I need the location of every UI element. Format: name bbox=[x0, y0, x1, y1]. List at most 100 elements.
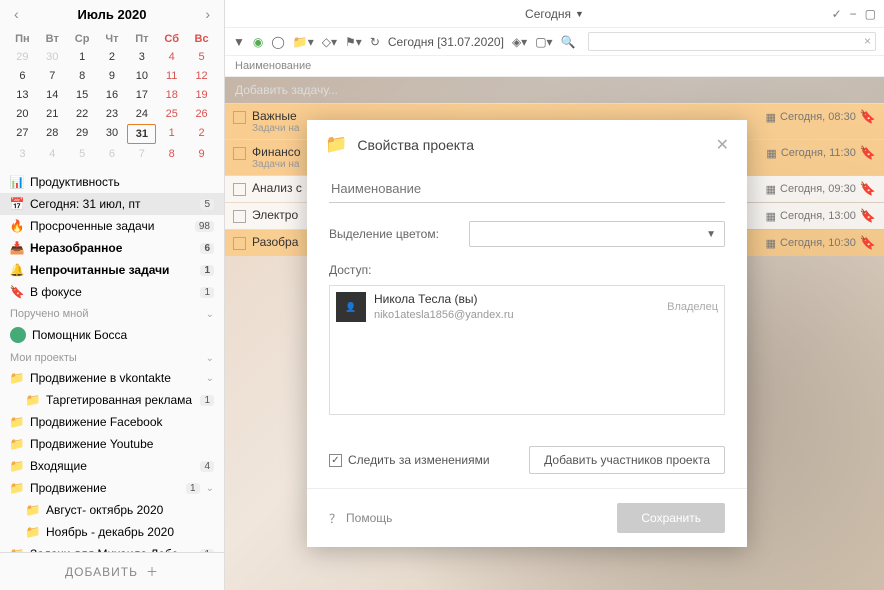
calendar-day[interactable]: 9 bbox=[187, 145, 216, 163]
calendar-day[interactable]: 2 bbox=[187, 124, 216, 144]
nav-today[interactable]: 📅 Сегодня: 31 июл, пт 5 bbox=[0, 193, 224, 215]
nav-project-fb[interactable]: 📁 Продвижение Facebook bbox=[0, 411, 224, 433]
tag2-icon[interactable]: ◈▾ bbox=[512, 35, 527, 49]
calendar-day[interactable]: 31 bbox=[127, 124, 156, 144]
calendar-day[interactable]: 30 bbox=[98, 124, 127, 144]
nav-project-vk[interactable]: 📁 Продвижение в vkontakte ⌄ bbox=[0, 367, 224, 389]
follow-changes-checkbox[interactable]: ✓ Следить за изменениями bbox=[329, 453, 490, 467]
calendar-day[interactable]: 3 bbox=[127, 48, 156, 66]
bookmark-icon[interactable]: 🔖 bbox=[860, 109, 876, 125]
calendar-day[interactable]: 7 bbox=[38, 67, 67, 85]
nav-project-yt[interactable]: 📁 Продвижение Youtube bbox=[0, 433, 224, 455]
bookmark-icon[interactable]: 🔖 bbox=[860, 208, 876, 224]
calendar-day[interactable]: 10 bbox=[127, 67, 156, 85]
calendar-day[interactable]: 8 bbox=[68, 67, 97, 85]
calendar-day[interactable]: 21 bbox=[38, 105, 67, 123]
group-projects[interactable]: Мои проекты ⌄ bbox=[0, 347, 224, 367]
add-task-input[interactable]: Добавить задачу... bbox=[225, 77, 884, 103]
nav-inbox[interactable]: 📥 Неразобранное 6 bbox=[0, 237, 224, 259]
calendar-day[interactable]: 17 bbox=[127, 86, 156, 104]
calendar-day[interactable]: 3 bbox=[8, 145, 37, 163]
calendar-day[interactable]: 11 bbox=[157, 67, 186, 85]
user-outline-icon[interactable]: ◯ bbox=[271, 35, 284, 49]
calendar-day[interactable]: 26 bbox=[187, 105, 216, 123]
save-button[interactable]: Сохранить bbox=[617, 503, 725, 533]
nav-project-aug-oct[interactable]: 📁 Август- октябрь 2020 bbox=[0, 499, 224, 521]
search-icon[interactable]: 🔍 bbox=[561, 35, 576, 49]
calendar-day[interactable]: 16 bbox=[98, 86, 127, 104]
color-select[interactable]: ▼ bbox=[469, 221, 725, 247]
nav-project-targeted[interactable]: 📁 Таргетированная реклама 1 bbox=[0, 389, 224, 411]
nav-boss-assistant[interactable]: Помощник Босса bbox=[0, 323, 224, 347]
search-input[interactable]: × bbox=[588, 32, 876, 51]
calendar-day[interactable]: 7 bbox=[127, 145, 156, 163]
nav-overdue[interactable]: 🔥 Просроченные задачи 98 bbox=[0, 215, 224, 237]
nav-project-incoming[interactable]: 📁 Входящие 4 bbox=[0, 455, 224, 477]
flag-icon[interactable]: ⚑▾ bbox=[345, 35, 362, 49]
nav-focus[interactable]: 🔖 В фокусе 1 bbox=[0, 281, 224, 303]
calendar-day[interactable]: 6 bbox=[98, 145, 127, 163]
close-icon[interactable]: ✕ bbox=[716, 135, 729, 155]
view-title[interactable]: Сегодня ▼ bbox=[525, 7, 584, 21]
checkbox[interactable] bbox=[233, 210, 246, 223]
calendar-day[interactable]: 6 bbox=[8, 67, 37, 85]
bookmark-icon[interactable]: 🔖 bbox=[860, 235, 876, 251]
refresh-icon[interactable]: ↻ bbox=[370, 35, 380, 49]
calendar-day[interactable]: 15 bbox=[68, 86, 97, 104]
folder-icon: 📁 bbox=[10, 415, 24, 429]
calendar-day[interactable]: 22 bbox=[68, 105, 97, 123]
bookmark-icon[interactable]: 🔖 bbox=[860, 181, 876, 197]
group-assigned[interactable]: Поручено мной ⌄ bbox=[0, 303, 224, 323]
calendar-day[interactable]: 9 bbox=[98, 67, 127, 85]
calendar-day[interactable]: 27 bbox=[8, 124, 37, 144]
calendar-day[interactable]: 30 bbox=[38, 48, 67, 66]
check-icon[interactable]: ✓ bbox=[830, 5, 844, 23]
calendar-day[interactable]: 18 bbox=[157, 86, 186, 104]
nav-project-mikhail[interactable]: 📁 Задачи для Михаила Лебед... 1 bbox=[0, 543, 224, 552]
add-project-button[interactable]: ДОБАВИТЬ ＋ bbox=[0, 552, 224, 590]
nav-project-promo[interactable]: 📁 Продвижение 1 ⌄ bbox=[0, 477, 224, 499]
calendar-day[interactable]: 4 bbox=[157, 48, 186, 66]
filter-icon[interactable]: ▼ bbox=[233, 35, 245, 49]
calendar-day[interactable]: 13 bbox=[8, 86, 37, 104]
calendar-day[interactable]: 29 bbox=[8, 48, 37, 66]
calendar-day[interactable]: 23 bbox=[98, 105, 127, 123]
minus-icon[interactable]: − bbox=[848, 5, 859, 23]
help-link[interactable]: ？ Помощь bbox=[329, 510, 392, 527]
user-green-icon[interactable]: ◉ bbox=[253, 35, 263, 49]
nav-project-nov-dec[interactable]: 📁 Ноябрь - декабрь 2020 bbox=[0, 521, 224, 543]
calendar-icon[interactable]: ▢ bbox=[863, 5, 878, 23]
calendar-day[interactable]: 14 bbox=[38, 86, 67, 104]
calendar-day[interactable]: 19 bbox=[187, 86, 216, 104]
checkbox[interactable] bbox=[233, 237, 246, 250]
add-members-button[interactable]: Добавить участников проекта bbox=[529, 446, 725, 474]
next-month-button[interactable]: › bbox=[201, 6, 214, 22]
checkbox[interactable] bbox=[233, 111, 246, 124]
checkbox[interactable] bbox=[233, 147, 246, 160]
calendar-day[interactable]: 25 bbox=[157, 105, 186, 123]
calendar-day[interactable]: 28 bbox=[38, 124, 67, 144]
calendar-day[interactable]: 2 bbox=[98, 48, 127, 66]
calendar-day[interactable]: 8 bbox=[157, 145, 186, 163]
shape-icon[interactable]: ▢▾ bbox=[535, 35, 552, 49]
calendar-day[interactable]: 12 bbox=[187, 67, 216, 85]
calendar-day[interactable]: 24 bbox=[127, 105, 156, 123]
calendar-day[interactable]: 20 bbox=[8, 105, 37, 123]
tag-icon[interactable]: ◇▾ bbox=[322, 35, 337, 49]
calendar-day[interactable]: 1 bbox=[68, 48, 97, 66]
calendar-day[interactable]: 29 bbox=[68, 124, 97, 144]
date-range[interactable]: Сегодня [31.07.2020] bbox=[388, 35, 504, 49]
nav-productivity[interactable]: 📊 Продуктивность bbox=[0, 171, 224, 193]
folder-dropdown-icon[interactable]: 📁▾ bbox=[293, 35, 314, 49]
calendar-day[interactable]: 5 bbox=[187, 48, 216, 66]
calendar-day[interactable]: 1 bbox=[157, 124, 186, 144]
checkbox[interactable] bbox=[233, 183, 246, 196]
clear-search-icon[interactable]: × bbox=[864, 34, 871, 48]
member-row[interactable]: 👤 Никола Тесла (вы) niko1atesla1856@yand… bbox=[336, 292, 718, 322]
calendar-day[interactable]: 4 bbox=[38, 145, 67, 163]
bookmark-icon[interactable]: 🔖 bbox=[860, 145, 876, 161]
prev-month-button[interactable]: ‹ bbox=[10, 6, 23, 22]
calendar-day[interactable]: 5 bbox=[68, 145, 97, 163]
nav-unread[interactable]: 🔔 Непрочитанные задачи 1 bbox=[0, 259, 224, 281]
project-name-input[interactable] bbox=[329, 175, 725, 203]
